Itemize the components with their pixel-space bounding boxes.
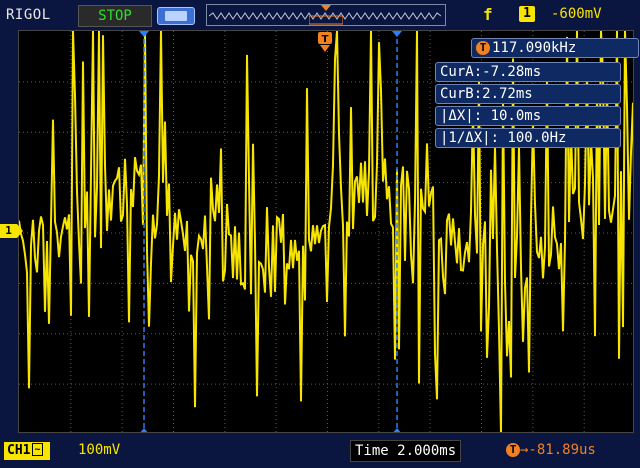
battery-icon — [157, 7, 195, 25]
ac-coupling-icon: ~ — [32, 443, 43, 456]
rising-edge-icon: f — [483, 5, 493, 24]
cursor-b-marker-top — [392, 31, 402, 37]
trigger-position-icon[interactable]: T — [318, 32, 332, 54]
memory-position-bar[interactable] — [206, 4, 446, 26]
timebase-readout[interactable]: Time 2.000ms — [350, 440, 462, 462]
trigger-panel[interactable]: f 1 -600mV — [473, 4, 637, 26]
bottom-status-bar: CH1 ~ 100mV Time 2.000ms T →-81.89us — [0, 434, 640, 468]
ch1-ground-marker[interactable]: 1 — [0, 224, 23, 238]
delta-x-readout: |ΔX|: 10.0ms — [435, 106, 621, 126]
run-stop-status[interactable]: STOP — [78, 5, 152, 27]
cursor-b-marker-bottom — [393, 428, 401, 432]
memory-window-icon — [309, 5, 343, 25]
oscilloscope-screen: RIGOL STOP f 1 -600mV T T 117.090kHz Cur… — [0, 0, 640, 468]
cursor-a-marker-bottom — [140, 428, 148, 432]
ch1-vertical-scale[interactable]: 100mV — [78, 442, 120, 458]
brand-logo: RIGOL — [6, 7, 51, 23]
trigger-level: -600mV — [551, 6, 602, 22]
ch1-badge[interactable]: CH1 ~ — [4, 442, 50, 460]
cursor-a-marker-top — [139, 31, 149, 37]
cursor-b-readout: CurB:2.72ms — [435, 84, 621, 104]
trigger-position-small-icon: T — [506, 443, 520, 457]
svg-text:T: T — [322, 34, 329, 45]
frequency-value: 117.090kHz — [492, 40, 577, 56]
horizontal-position-value: →-81.89us — [520, 442, 596, 458]
cursor-a-readout: CurA:-7.28ms — [435, 62, 621, 82]
frequency-readout: T 117.090kHz — [471, 38, 639, 58]
inverse-delta-x-readout: |1/ΔX|: 100.0Hz — [435, 128, 621, 148]
trigger-source-badge: 1 — [519, 6, 535, 22]
ch1-label: CH1 — [7, 443, 31, 458]
trigger-t-icon: T — [476, 41, 490, 55]
horizontal-position[interactable]: T →-81.89us — [506, 442, 596, 458]
status-bar: RIGOL STOP f 1 -600mV — [0, 0, 640, 30]
